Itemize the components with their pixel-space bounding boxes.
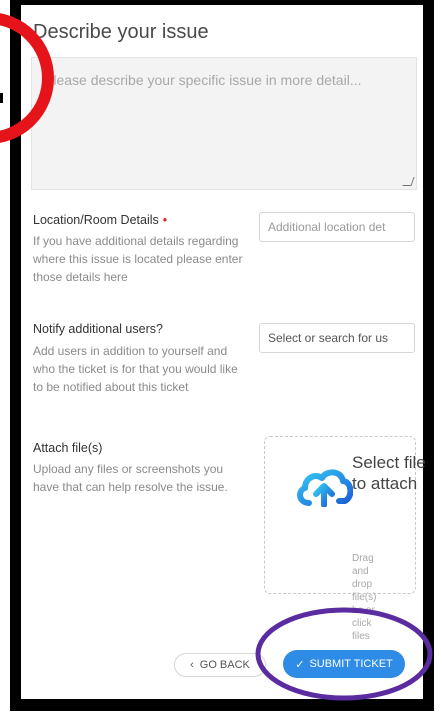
- select-file-text[interactable]: Select file to attach: [352, 452, 432, 494]
- page-title: Describe your issue: [33, 21, 209, 43]
- resize-handle-icon[interactable]: [402, 177, 415, 186]
- check-icon: ✓: [295, 658, 305, 671]
- location-help: If you have additional details regarding…: [33, 234, 243, 284]
- location-label: Location/Room Details •: [33, 213, 167, 227]
- description-placeholder: Please describe your specific issue in m…: [44, 72, 362, 88]
- submit-ticket-button[interactable]: ✓ SUBMIT TICKET: [283, 650, 405, 678]
- red-annotation-mark: [0, 93, 3, 103]
- chevron-left-icon: ‹: [190, 659, 194, 671]
- go-back-button[interactable]: ‹ GO BACK: [174, 653, 266, 677]
- location-input[interactable]: Additional location det: [259, 212, 415, 242]
- required-indicator: •: [162, 213, 168, 227]
- attach-label: Attach file(s): [33, 441, 103, 455]
- drag-drop-text: Drag and drop file(s) he or click files: [352, 553, 377, 642]
- submit-ticket-label: SUBMIT TICKET: [309, 658, 393, 670]
- description-textarea[interactable]: Please describe your specific issue in m…: [31, 57, 417, 190]
- notify-help: Add users in addition to yourself and wh…: [33, 344, 238, 394]
- notify-users-select[interactable]: Select or search for us: [259, 323, 415, 353]
- cloud-upload-icon: [297, 469, 353, 507]
- attach-help: Upload any files or screenshots you have…: [33, 462, 228, 494]
- notify-label: Notify additional users?: [33, 322, 163, 336]
- go-back-label: GO BACK: [199, 659, 250, 671]
- location-label-text: Location/Room Details: [33, 213, 159, 227]
